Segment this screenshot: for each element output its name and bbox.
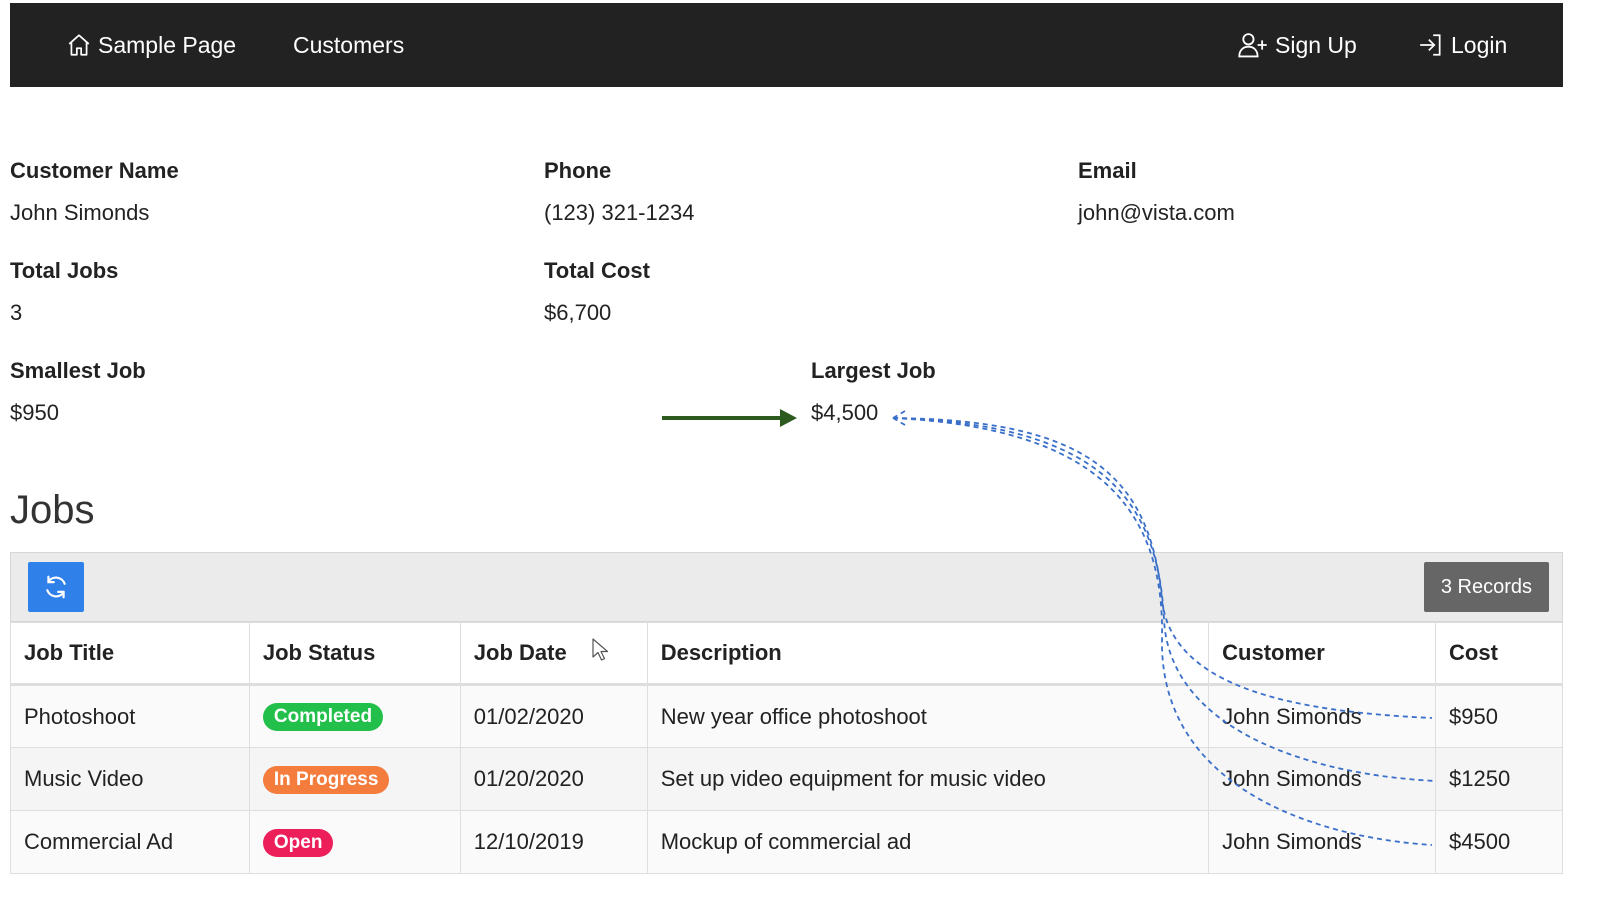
mouse-cursor-icon xyxy=(592,638,609,661)
table-row[interactable]: Photoshoot Completed 01/02/2020 New year… xyxy=(10,684,1563,748)
job-title-cell: Photoshoot xyxy=(10,684,250,748)
status-badge: Open xyxy=(262,828,334,857)
column-header-job-status[interactable]: Job Status xyxy=(248,622,461,686)
customer-name-label: Customer Name xyxy=(10,158,179,183)
job-date-cell: 01/02/2020 xyxy=(459,684,648,748)
largest-job-arrow xyxy=(662,409,797,427)
jobs-toolbar: 3 Records xyxy=(10,552,1563,622)
refresh-icon xyxy=(46,575,66,599)
customer-cell: John Simonds xyxy=(1208,810,1437,874)
jobs-heading: Jobs xyxy=(10,488,95,532)
smallest-job-value: $950 xyxy=(10,400,59,425)
status-badge: Completed xyxy=(262,703,384,731)
records-count-button[interactable]: 3 Records xyxy=(1423,562,1549,612)
column-header-customer[interactable]: Customer xyxy=(1208,622,1437,686)
column-header-job-date[interactable]: Job Date xyxy=(459,622,648,686)
nav-login-link[interactable]: Login xyxy=(1417,3,1507,87)
job-title-cell: Music Video xyxy=(10,747,250,811)
job-status-cell: In Progress xyxy=(248,747,461,811)
nav-customers-label: Customers xyxy=(293,31,405,58)
home-icon xyxy=(68,34,90,56)
email-value: john@vista.com xyxy=(1078,200,1235,225)
column-header-job-title[interactable]: Job Title xyxy=(10,622,250,686)
nav-signup-link[interactable]: Sign Up xyxy=(1237,3,1357,87)
nav-login-label: Login xyxy=(1451,31,1508,58)
description-cell: Set up video equipment for music video xyxy=(646,747,1210,811)
nav-signup-label: Sign Up xyxy=(1275,31,1357,58)
refresh-button[interactable] xyxy=(28,562,84,612)
table-row[interactable]: Music Video In Progress 01/20/2020 Set u… xyxy=(10,747,1563,811)
table-header-row: Job Title Job Status Job Date Descriptio… xyxy=(10,622,1563,686)
login-icon xyxy=(1420,34,1441,56)
total-jobs-label: Total Jobs xyxy=(10,258,119,283)
jobs-table: Job Title Job Status Job Date Descriptio… xyxy=(10,622,1563,874)
cost-cell: $4500 xyxy=(1435,810,1563,874)
largest-job-label: Largest Job xyxy=(811,358,936,383)
nav-customers-link[interactable]: Customers xyxy=(293,3,404,87)
user-plus-icon xyxy=(1238,33,1267,58)
job-title-cell: Commercial Ad xyxy=(10,810,250,874)
job-date-cell: 12/10/2019 xyxy=(459,810,648,874)
job-status-cell: Completed xyxy=(248,684,461,748)
cost-cell: $950 xyxy=(1435,684,1563,748)
customer-cell: John Simonds xyxy=(1208,684,1437,748)
navbar: Sample Page Customers Sign Up Login xyxy=(10,3,1563,87)
job-date-cell: 01/20/2020 xyxy=(459,747,648,811)
largest-job-value: $4,500 xyxy=(811,400,879,425)
phone-label: Phone xyxy=(544,158,612,183)
nav-brand-link[interactable]: Sample Page xyxy=(66,3,236,87)
email-label: Email xyxy=(1078,158,1137,183)
column-header-description[interactable]: Description xyxy=(646,622,1210,686)
smallest-job-label: Smallest Job xyxy=(10,358,146,383)
job-status-cell: Open xyxy=(248,810,461,874)
phone-value: (123) 321-1234 xyxy=(544,200,695,225)
customer-cell: John Simonds xyxy=(1208,747,1437,811)
cost-cell: $1250 xyxy=(1435,747,1563,811)
total-cost-label: Total Cost xyxy=(544,258,650,283)
customer-name-value: John Simonds xyxy=(10,200,150,225)
total-jobs-value: 3 xyxy=(10,300,23,325)
column-header-cost[interactable]: Cost xyxy=(1435,622,1563,686)
description-cell: Mockup of commercial ad xyxy=(646,810,1210,874)
nav-brand-label: Sample Page xyxy=(98,31,237,58)
table-row[interactable]: Commercial Ad Open 12/10/2019 Mockup of … xyxy=(10,810,1563,874)
description-cell: New year office photoshoot xyxy=(646,684,1210,748)
status-badge: In Progress xyxy=(262,765,390,794)
total-cost-value: $6,700 xyxy=(544,300,612,325)
